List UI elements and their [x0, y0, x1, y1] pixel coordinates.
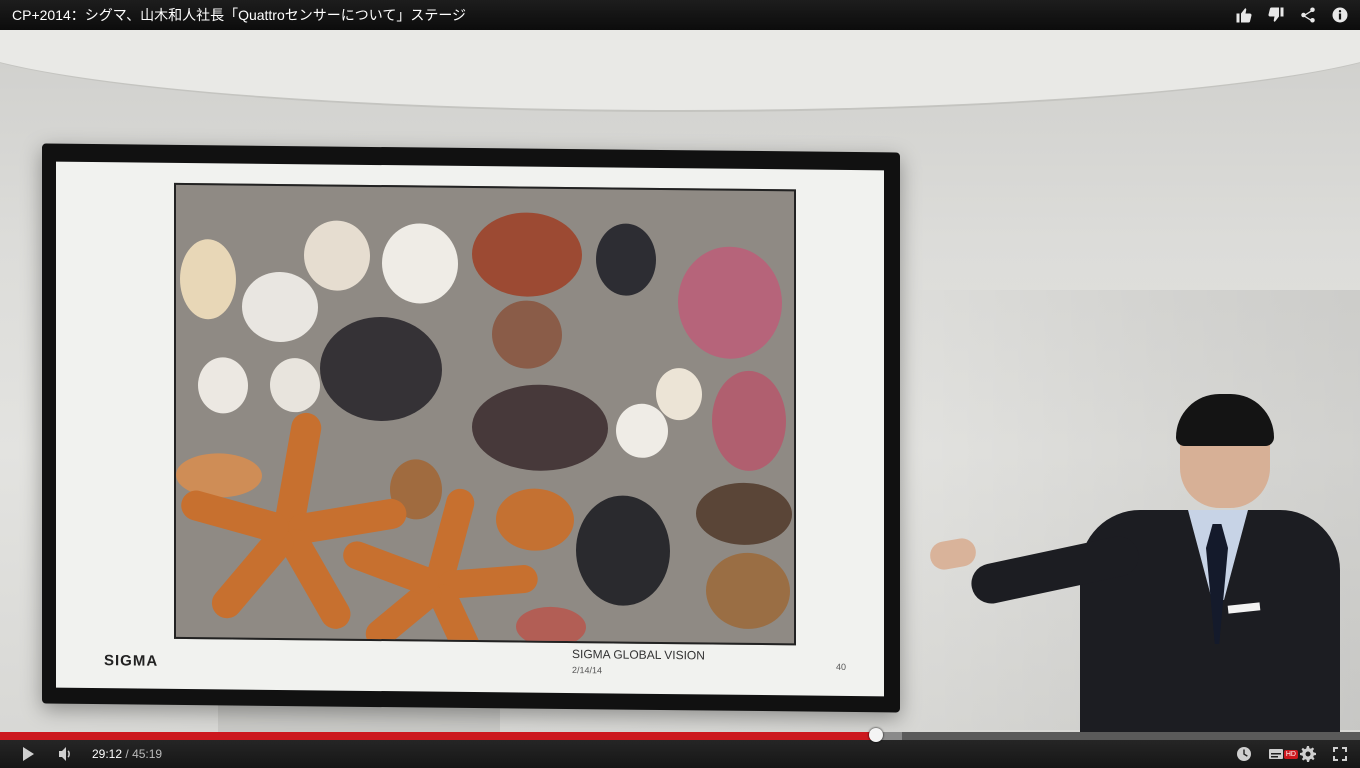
- gear-icon: [1300, 746, 1316, 762]
- info-icon[interactable]: [1330, 5, 1350, 25]
- player-controls: 29:12 / 45:19 HD: [0, 728, 1360, 768]
- clock-icon: [1237, 747, 1251, 761]
- volume-icon: [59, 747, 70, 761]
- slide-page-number: 40: [836, 661, 847, 672]
- ceiling-arch: [0, 30, 1360, 112]
- play-button[interactable]: [12, 740, 44, 768]
- slide: SIGMA SIGMA GLOBAL VISION 2/14/14 40: [56, 161, 884, 697]
- thumbs-up-icon[interactable]: [1234, 5, 1254, 25]
- video-frame[interactable]: SIGMA SIGMA GLOBAL VISION 2/14/14 40: [0, 30, 1360, 732]
- volume-button[interactable]: [50, 740, 82, 768]
- video-title-bar: CP+2014：シグマ、山木和人社長「Quattroセンサーについて」ステージ: [0, 0, 1360, 30]
- progress-played: [0, 732, 876, 740]
- play-icon: [23, 747, 34, 761]
- captions-icon: [1269, 749, 1283, 759]
- fullscreen-icon: [1333, 747, 1347, 761]
- duration: 45:19: [132, 747, 163, 761]
- presentation-monitor: SIGMA SIGMA GLOBAL VISION 2/14/14 40: [42, 143, 900, 713]
- slide-logo: SIGMA: [104, 652, 159, 670]
- fullscreen-button[interactable]: [1324, 740, 1356, 768]
- watch-later-button[interactable]: [1228, 740, 1260, 768]
- hd-badge: HD: [1283, 750, 1298, 759]
- current-time: 29:12: [92, 747, 123, 761]
- presenter: [927, 394, 1340, 732]
- video-title[interactable]: CP+2014：シグマ、山木和人社長「Quattroセンサーについて」ステージ: [12, 5, 466, 25]
- settings-button[interactable]: HD: [1283, 740, 1324, 768]
- title-actions: [1234, 5, 1350, 25]
- thumbs-down-icon[interactable]: [1266, 5, 1286, 25]
- progress-bar[interactable]: [0, 728, 1360, 742]
- time-display: 29:12 / 45:19: [92, 747, 162, 761]
- slide-date: 2/14/14: [572, 665, 603, 676]
- seashell-photo: [174, 182, 796, 646]
- share-icon[interactable]: [1298, 5, 1318, 25]
- slide-caption: SIGMA GLOBAL VISION: [572, 647, 705, 663]
- time-separator: /: [125, 747, 129, 761]
